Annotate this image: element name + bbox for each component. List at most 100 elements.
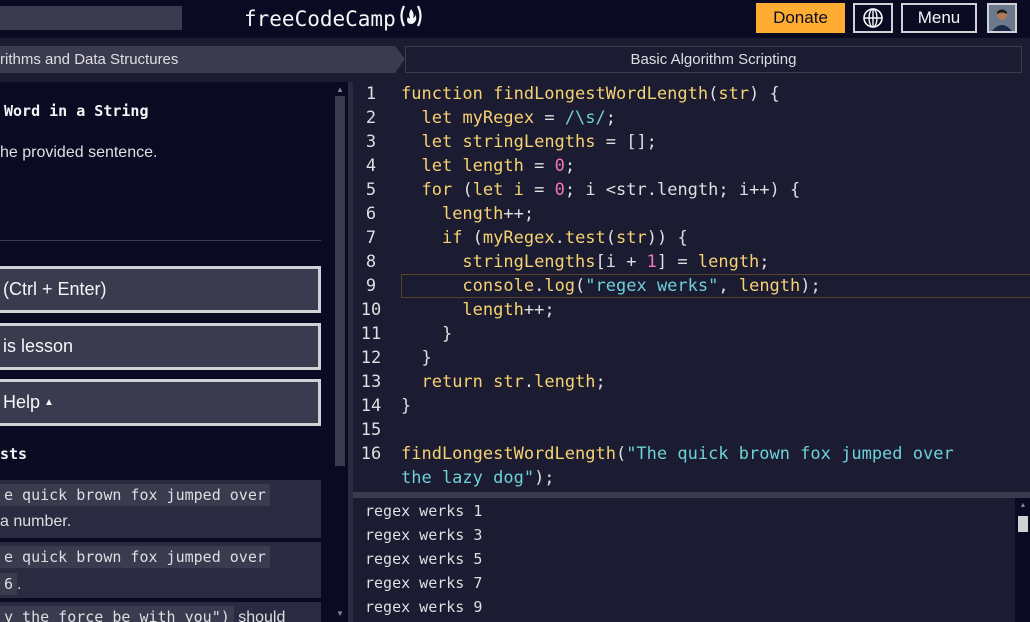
code-token: ] = — [656, 252, 698, 272]
code-token: findLongestWordLength — [493, 84, 709, 104]
code-token: ); — [534, 468, 555, 488]
code-token: length — [462, 156, 524, 176]
code-line[interactable]: 5 for (let i = 0; i <str.length; i++) { — [353, 178, 1030, 202]
code-token: i — [513, 180, 524, 200]
code-line[interactable]: 1 function findLongestWordLength(str) { — [353, 82, 1030, 106]
code-line[interactable]: 3 let stringLengths = []; — [353, 130, 1030, 154]
test-text: . — [17, 576, 22, 593]
code-line[interactable]: 11 } — [353, 322, 1030, 346]
line-number: 2 — [365, 108, 377, 128]
code-line[interactable]: 9 console.log("regex werks", length); — [353, 274, 1030, 298]
scroll-down-icon[interactable]: ▼ — [335, 609, 345, 619]
site-logo[interactable]: freeCodeCamp — [244, 4, 424, 33]
code-line[interactable]: 2 let myRegex = /\s/; — [353, 106, 1030, 130]
console-line: regex werks 5 — [365, 550, 483, 568]
code-token: length — [462, 300, 524, 320]
top-nav: freeCodeCamp Donate Menu — [0, 0, 1030, 38]
code-token: = — [534, 108, 565, 128]
breadcrumb-block[interactable]: Basic Algorithm Scripting — [405, 46, 1022, 73]
run-tests-button[interactable]: (Ctrl + Enter) — [0, 266, 321, 313]
code-token: log — [544, 276, 576, 296]
logo-text: freeCodeCamp — [244, 6, 396, 31]
console-scrollbar[interactable]: ▲ — [1015, 498, 1030, 622]
code-text: } — [401, 394, 411, 418]
code-editor[interactable]: 1 function findLongestWordLength(str) {2 … — [353, 82, 1030, 492]
line-number: 10 — [360, 300, 382, 320]
code-token: myRegex — [482, 228, 555, 248]
console-output: regex werks 1 regex werks 3 regex werks 5 r… — [353, 498, 1015, 622]
code-token: length — [738, 276, 801, 296]
line-number: 9 — [365, 276, 377, 296]
test-code: e quick brown fox jumped over — [0, 484, 270, 506]
code-token: ; i <str.length; i++) { — [564, 180, 801, 200]
avatar[interactable] — [987, 3, 1017, 33]
scroll-up-icon[interactable]: ▲ — [1018, 501, 1028, 511]
run-tests-label: (Ctrl + Enter) — [3, 279, 107, 299]
test-text: should — [233, 609, 286, 622]
code-token: = — [523, 180, 555, 200]
code-line[interactable]: the lazy dog"); — [353, 466, 1030, 490]
line-number: 13 — [360, 372, 382, 392]
breadcrumb: rithms and Data Structures Basic Algorit… — [0, 46, 1030, 73]
line-number: 8 — [365, 252, 377, 272]
code-token: } — [401, 324, 453, 344]
scrollbar-thumb[interactable] — [335, 96, 345, 466]
console-line: regex werks 9 — [365, 598, 483, 616]
code-line[interactable]: 8 stringLengths[i + 1] = length; — [353, 250, 1030, 274]
code-text: length++; — [401, 298, 555, 322]
scrollbar-thumb[interactable] — [1018, 516, 1028, 532]
get-help-button[interactable]: Help ▲ — [0, 379, 321, 426]
code-line[interactable]: 14} — [353, 394, 1030, 418]
donate-button[interactable]: Donate — [756, 3, 845, 33]
line-number: 14 — [360, 396, 382, 416]
code-token: stringLengths — [462, 132, 596, 152]
code-token: ++; — [523, 300, 555, 320]
code-token: ; — [605, 108, 617, 128]
user-avatar-icon — [989, 5, 1015, 31]
search-input[interactable] — [0, 6, 182, 30]
code-line[interactable]: 6 length++; — [353, 202, 1030, 226]
line-number: 4 — [365, 156, 377, 176]
code-line[interactable]: 15 — [353, 418, 1030, 442]
instructions-scrollbar[interactable]: ▲ ▼ — [332, 82, 348, 622]
code-token: stringLengths — [462, 252, 596, 272]
scroll-up-icon[interactable]: ▲ — [335, 85, 345, 95]
code-line[interactable]: 16 findLongestWordLength("The quick brown… — [353, 442, 1030, 466]
code-token: let — [472, 180, 514, 200]
code-token: ( — [708, 84, 719, 104]
code-line[interactable]: 10 length++; — [353, 298, 1030, 322]
menu-button[interactable]: Menu — [901, 3, 977, 33]
code-line[interactable]: 7 if (myRegex.test(str)) { — [353, 226, 1030, 250]
code-token: myRegex — [462, 108, 535, 128]
code-token: findLongestWordLength — [401, 444, 616, 464]
get-help-label: Help — [3, 392, 41, 412]
code-token: ( — [605, 228, 617, 248]
code-token: . — [523, 372, 535, 392]
code-line[interactable]: 12 } — [353, 346, 1030, 370]
breadcrumb-superblock[interactable]: rithms and Data Structures — [0, 46, 405, 73]
code-token: str — [718, 84, 750, 104]
code-line[interactable]: 4 let length = 0; — [353, 154, 1030, 178]
test-item: y the force be with you") should — [0, 602, 321, 622]
language-button[interactable] — [853, 3, 893, 33]
code-text: } — [401, 322, 452, 346]
code-line[interactable]: 13 return str.length; — [353, 370, 1030, 394]
code-token: ( — [462, 180, 473, 200]
caret-up-icon: ▲ — [44, 397, 54, 408]
reset-lesson-label: is lesson — [3, 336, 74, 356]
reset-lesson-button[interactable]: is lesson — [0, 323, 321, 370]
code-token: ( — [575, 276, 586, 296]
code-token: length — [697, 252, 760, 272]
code-token: ( — [472, 228, 483, 248]
code-token: 0 — [554, 156, 565, 176]
code-token: str — [493, 372, 524, 392]
code-token: = — [523, 156, 555, 176]
code-token: ; — [759, 252, 770, 272]
code-text: let myRegex = /\s/; — [401, 106, 616, 130]
code-text: findLongestWordLength("The quick brown f… — [401, 442, 954, 466]
line-number: 12 — [360, 348, 382, 368]
